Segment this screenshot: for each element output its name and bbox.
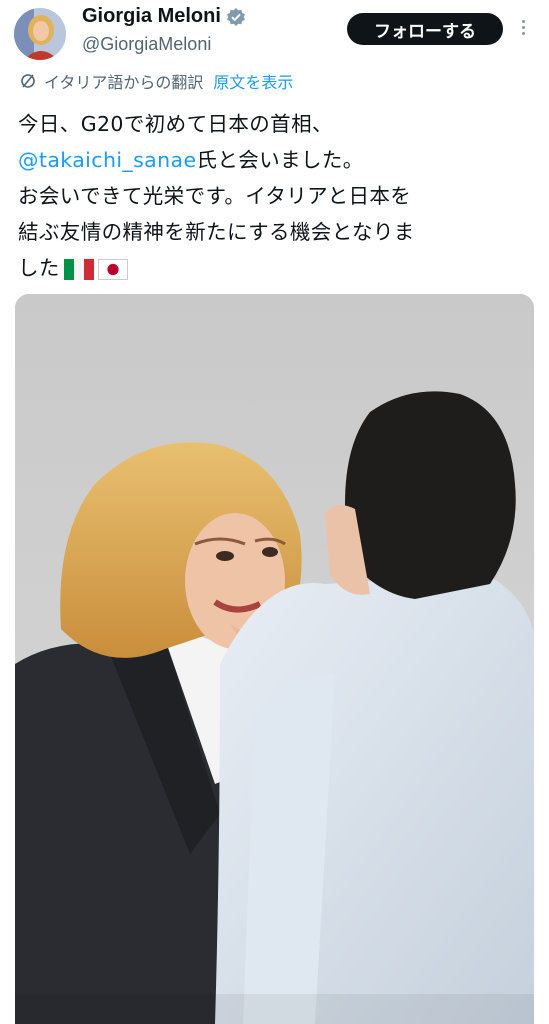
user-handle[interactable]: @GiorgiaMeloni — [82, 34, 211, 55]
tweet-line: した — [18, 250, 538, 286]
italy-flag-icon — [63, 258, 94, 280]
translated-from-label: イタリア語からの翻訳 — [44, 73, 204, 92]
tweet-header: Giorgia Meloni @GiorgiaMeloni フォローする — [0, 0, 549, 64]
globe-icon — [21, 74, 35, 88]
translation-row: イタリア語からの翻訳 原文を表示 — [20, 68, 293, 94]
tweet-text-segment: した — [18, 256, 60, 280]
japan-flag-icon — [97, 258, 128, 280]
name-row: Giorgia Meloni — [82, 5, 246, 28]
verified-badge-icon — [226, 7, 246, 27]
tweet-line: お会いできて光栄です。イタリアと日本を — [18, 184, 412, 208]
tweet-text: 今日、G20で初めて日本の首相、 @takaichi_sanae氏と会いました。… — [18, 106, 538, 286]
display-name[interactable]: Giorgia Meloni — [82, 5, 221, 28]
tweet-photo[interactable] — [15, 294, 534, 1024]
more-options-icon[interactable] — [516, 17, 530, 41]
mention-link[interactable]: @takaichi_sanae — [18, 148, 197, 172]
profile-avatar[interactable] — [14, 8, 66, 60]
follow-button[interactable]: フォローする — [347, 13, 503, 45]
tweet-line: 結ぶ友情の精神を新たにする機会となりま — [18, 220, 415, 244]
tweet-line: 今日、G20で初めて日本の首相、 — [18, 112, 333, 136]
tweet-text-segment: 氏と会いました。 — [196, 148, 364, 172]
show-original-link[interactable]: 原文を表示 — [213, 69, 293, 93]
tweet-line: @takaichi_sanae氏と会いました。 — [18, 142, 538, 178]
